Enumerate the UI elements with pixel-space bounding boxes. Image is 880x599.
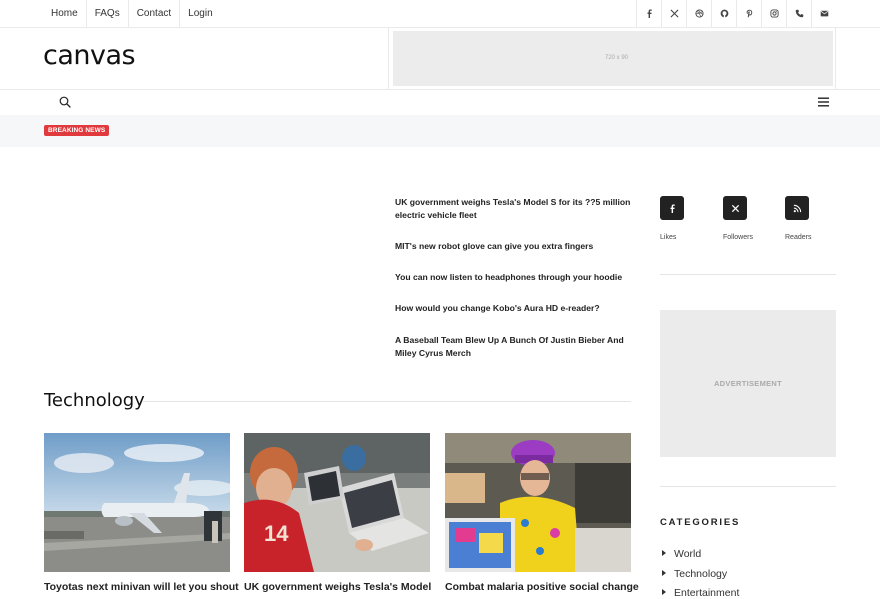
card-title[interactable]: Toyotas next minivan will let you shout xyxy=(44,581,239,593)
section-divider xyxy=(143,401,631,402)
counter-label: Followers xyxy=(723,234,753,241)
headline-item[interactable]: MIT's new robot glove can give you extra… xyxy=(395,240,635,253)
github-icon[interactable] xyxy=(711,0,736,27)
facebook-icon[interactable] xyxy=(636,0,661,27)
nav-contact[interactable]: Contact xyxy=(129,0,181,27)
headline-item[interactable]: You can now listen to headphones through… xyxy=(395,271,635,284)
site-header: canvas 720 x 90 xyxy=(0,28,880,90)
advertisement-label: ADVERTISEMENT xyxy=(713,379,783,388)
headline-item[interactable]: How would you change Kobo's Aura HD e-re… xyxy=(395,302,635,315)
header-divider-right xyxy=(835,28,836,90)
x-icon[interactable] xyxy=(661,0,686,27)
facebook-counter-button[interactable] xyxy=(660,196,684,220)
counter-label: Readers xyxy=(785,234,812,241)
counter-readers[interactable]: Readers xyxy=(785,196,845,241)
header-divider xyxy=(388,28,389,90)
social-links xyxy=(636,0,836,27)
counter-likes[interactable]: Likes xyxy=(660,196,720,241)
category-label: Entertainment xyxy=(674,587,740,599)
phone-icon[interactable] xyxy=(786,0,811,27)
x-counter-button[interactable] xyxy=(723,196,747,220)
nav-home[interactable]: Home xyxy=(44,0,87,27)
breaking-news-badge: BREAKING NEWS xyxy=(44,125,110,136)
counter-followers[interactable]: Followers xyxy=(723,196,783,241)
card-image-kids-laptops[interactable]: 14 xyxy=(244,433,430,572)
breaking-news-bar: BREAKING NEWS xyxy=(0,115,880,147)
card-image-colorful-coder[interactable] xyxy=(445,433,631,572)
caret-right-icon xyxy=(662,589,666,595)
header-ad-placeholder[interactable]: 720 x 90 xyxy=(393,31,833,86)
rss-counter-button[interactable] xyxy=(785,196,809,220)
email-icon[interactable] xyxy=(811,0,836,27)
categories-title: CATEGORIES xyxy=(660,517,741,528)
counter-label: Likes xyxy=(660,234,677,241)
primary-nav-bar xyxy=(0,91,880,115)
card-title[interactable]: UK government weighs Tesla's Model xyxy=(244,581,431,593)
sidebar-advertisement[interactable]: ADVERTISEMENT xyxy=(660,310,836,457)
sidebar-divider xyxy=(660,274,836,275)
top-bar: Home FAQs Contact Login xyxy=(0,0,880,28)
section-title: Technology xyxy=(44,390,145,411)
nav-login[interactable]: Login xyxy=(180,0,220,27)
nav-faqs[interactable]: FAQs xyxy=(87,0,129,27)
hamburger-menu-icon[interactable] xyxy=(818,97,829,107)
category-item-entertainment[interactable]: Entertainment xyxy=(662,587,739,599)
instagram-icon[interactable] xyxy=(761,0,786,27)
svg-text:14: 14 xyxy=(264,521,289,546)
caret-right-icon xyxy=(662,570,666,576)
site-logo[interactable]: canvas xyxy=(43,40,136,71)
search-icon[interactable] xyxy=(59,96,71,108)
category-item-technology[interactable]: Technology xyxy=(662,568,727,580)
category-item-world[interactable]: World xyxy=(662,548,701,560)
caret-right-icon xyxy=(662,550,666,556)
category-label: World xyxy=(674,548,702,560)
pinterest-icon[interactable] xyxy=(736,0,761,27)
headline-item[interactable]: UK government weighs Tesla's Model S for… xyxy=(395,196,635,222)
card-title[interactable]: Combat malaria positive social change xyxy=(445,581,639,593)
dribbble-icon[interactable] xyxy=(686,0,711,27)
category-label: Technology xyxy=(674,568,728,580)
ad-size-label: 720 x 90 xyxy=(605,55,629,61)
card-image-airplane[interactable] xyxy=(44,433,230,572)
sidebar-divider xyxy=(660,486,836,487)
top-nav: Home FAQs Contact Login xyxy=(44,0,221,27)
headline-item[interactable]: A Baseball Team Blew Up A Bunch Of Justi… xyxy=(395,334,635,360)
